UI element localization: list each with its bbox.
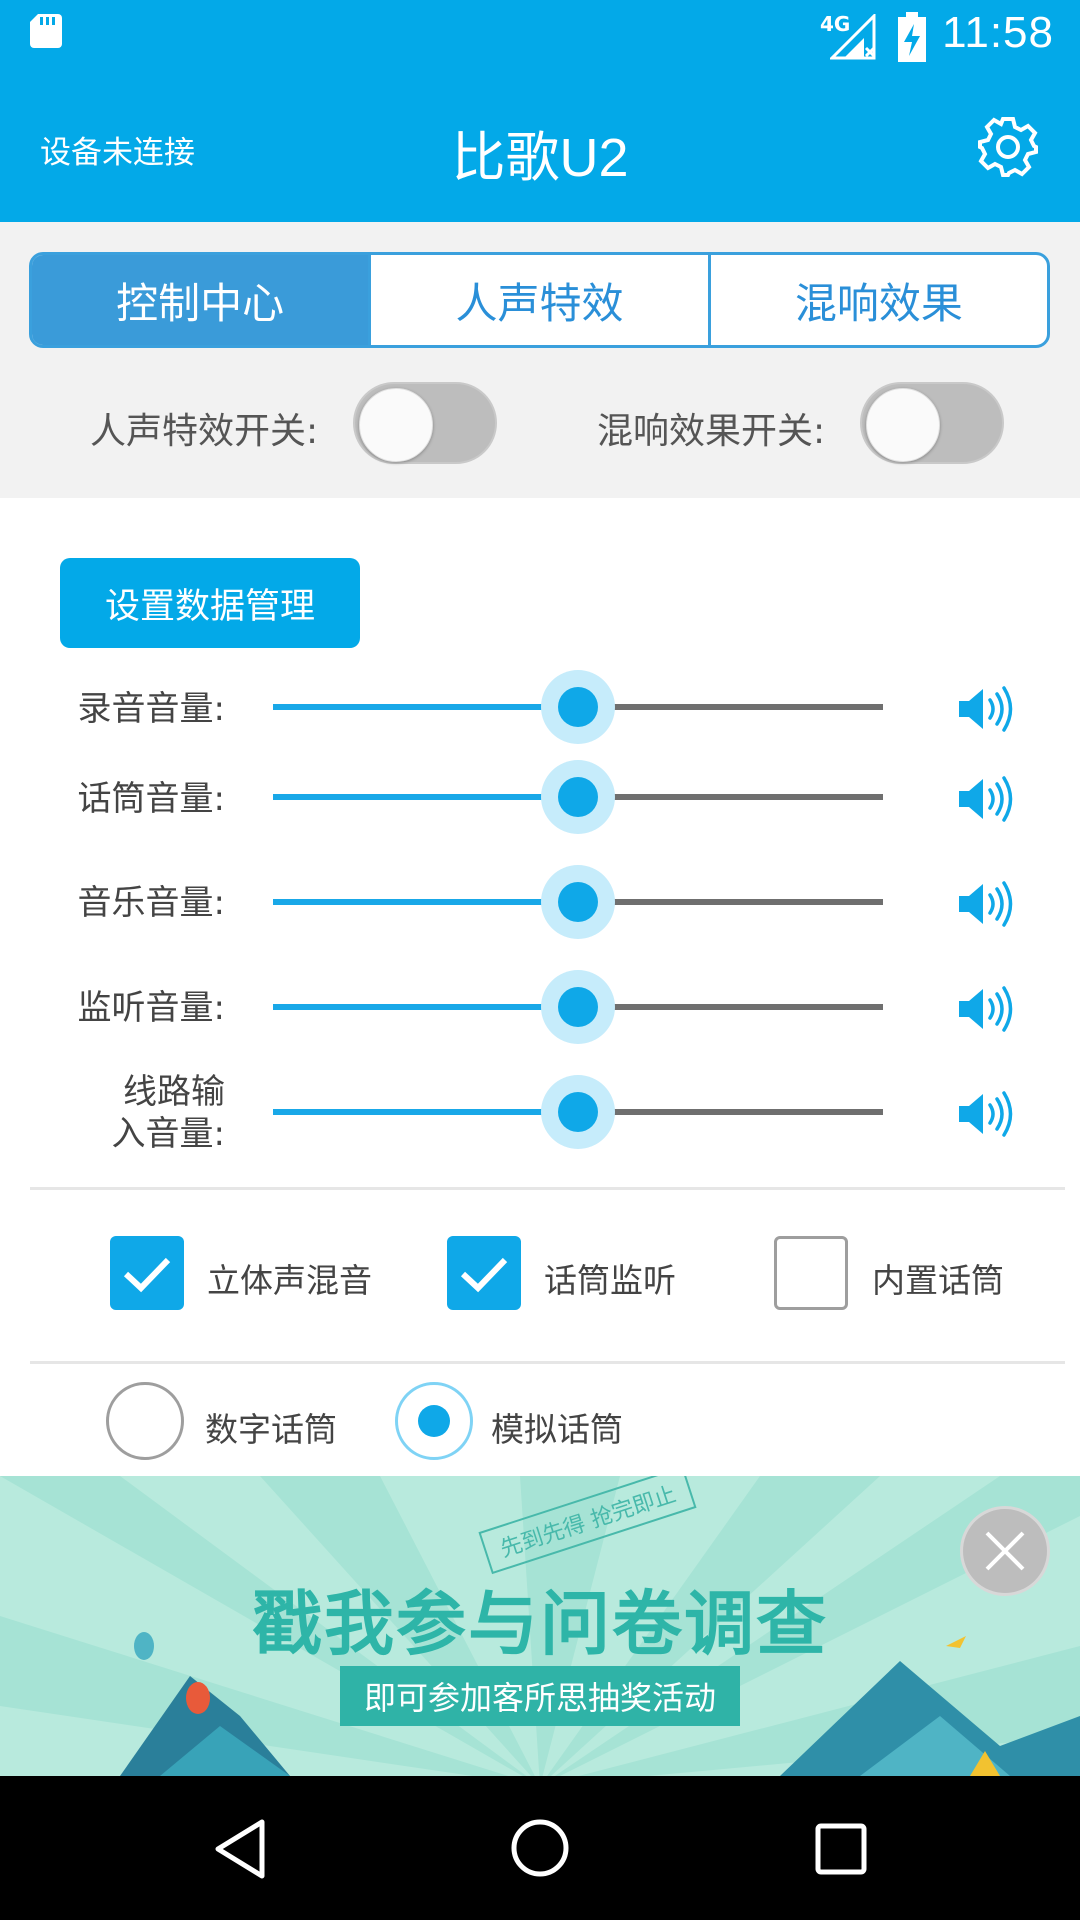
divider [30, 1187, 1065, 1190]
check-icon [460, 1257, 508, 1293]
speaker-icon[interactable] [955, 879, 1015, 929]
signal-icon [830, 14, 876, 60]
builtin-mic-checkbox[interactable] [774, 1236, 848, 1310]
app-bar: 设备未连接 比歌U2 [0, 75, 1080, 222]
monitor-volume-label: 监听音量: [77, 988, 225, 1028]
line-in-volume-thumb[interactable] [541, 1075, 615, 1149]
mic-volume-label: 话筒音量: [77, 779, 225, 819]
navigation-bar [0, 1776, 1080, 1920]
reverb-switch[interactable] [860, 382, 1004, 464]
home-icon[interactable] [510, 1818, 570, 1878]
builtin-mic-label: 内置话筒 [872, 1261, 1004, 1300]
analog-mic-radio[interactable] [395, 1382, 473, 1460]
mic-monitor-label: 话筒监听 [544, 1261, 676, 1300]
banner-subline: 即可参加客所思抽奖活动 [340, 1666, 740, 1726]
page-title: 比歌U2 [451, 128, 629, 188]
slider-fill [273, 1109, 578, 1115]
thumb-center [558, 777, 598, 817]
data-management-button[interactable]: 设置数据管理 [60, 558, 360, 648]
speaker-icon[interactable] [955, 684, 1015, 734]
vocal-effects-switch[interactable] [353, 382, 497, 464]
slider-remainder [578, 899, 883, 905]
battery-charging-icon [898, 12, 926, 62]
speaker-icon[interactable] [955, 1089, 1015, 1139]
thumb-center [558, 882, 598, 922]
vocal-effects-switch-label: 人声特效开关: [90, 411, 319, 452]
switch-knob [359, 388, 433, 462]
mic-monitor-checkbox[interactable] [447, 1236, 521, 1310]
stereo-mix-label: 立体声混音 [207, 1261, 372, 1300]
line-in-label-line1: 线路输 [123, 1072, 225, 1112]
thumb-center [558, 1092, 598, 1132]
analog-mic-label: 模拟话筒 [491, 1410, 623, 1449]
slider-remainder [578, 794, 883, 800]
tab-bar: 控制中心 人声特效 混响效果 [29, 252, 1050, 348]
check-icon [123, 1257, 171, 1293]
close-icon [985, 1531, 1025, 1571]
survey-banner[interactable]: 先到先得 抢完即止 戳我参与问卷调查 即可参加客所思抽奖活动 [0, 1476, 1080, 1776]
record-volume-thumb[interactable] [541, 670, 615, 744]
gear-icon[interactable] [976, 115, 1040, 179]
music-volume-label: 音乐音量: [77, 883, 225, 923]
mic-volume-thumb[interactable] [541, 760, 615, 834]
slider-remainder [578, 704, 883, 710]
slider-remainder [578, 1004, 883, 1010]
speaker-icon[interactable] [955, 984, 1015, 1034]
radio-dot [418, 1405, 450, 1437]
record-volume-label: 录音音量: [77, 689, 225, 729]
line-in-label-line2: 入音量: [111, 1114, 225, 1154]
stereo-mix-checkbox[interactable] [110, 1236, 184, 1310]
status-bar: 4G 11:58 [0, 0, 1080, 75]
tab-reverb-effects[interactable]: 混响效果 [711, 255, 1047, 345]
banner-headline: 戳我参与问卷调查 [252, 1583, 828, 1665]
tab-vocal-effects[interactable]: 人声特效 [371, 255, 711, 345]
speaker-icon[interactable] [955, 774, 1015, 824]
thumb-center [558, 987, 598, 1027]
back-icon[interactable] [212, 1818, 268, 1880]
reverb-switch-label: 混响效果开关: [597, 411, 826, 452]
digital-mic-radio[interactable] [106, 1382, 184, 1460]
recents-icon[interactable] [814, 1822, 868, 1876]
slider-fill [273, 704, 578, 710]
slider-fill [273, 794, 578, 800]
monitor-volume-thumb[interactable] [541, 970, 615, 1044]
slider-fill [273, 899, 578, 905]
digital-mic-label: 数字话筒 [205, 1410, 337, 1449]
banner-close-button[interactable] [960, 1506, 1050, 1596]
sd-card-icon [30, 14, 62, 48]
slider-remainder [578, 1109, 883, 1115]
tab-control-center[interactable]: 控制中心 [32, 255, 372, 345]
clock: 11:58 [942, 8, 1054, 57]
line-in-volume-label: 线路输 入音量: [35, 1071, 225, 1155]
music-volume-thumb[interactable] [541, 865, 615, 939]
slider-fill [273, 1004, 578, 1010]
thumb-center [558, 687, 598, 727]
switch-knob [866, 388, 940, 462]
divider [30, 1361, 1065, 1364]
